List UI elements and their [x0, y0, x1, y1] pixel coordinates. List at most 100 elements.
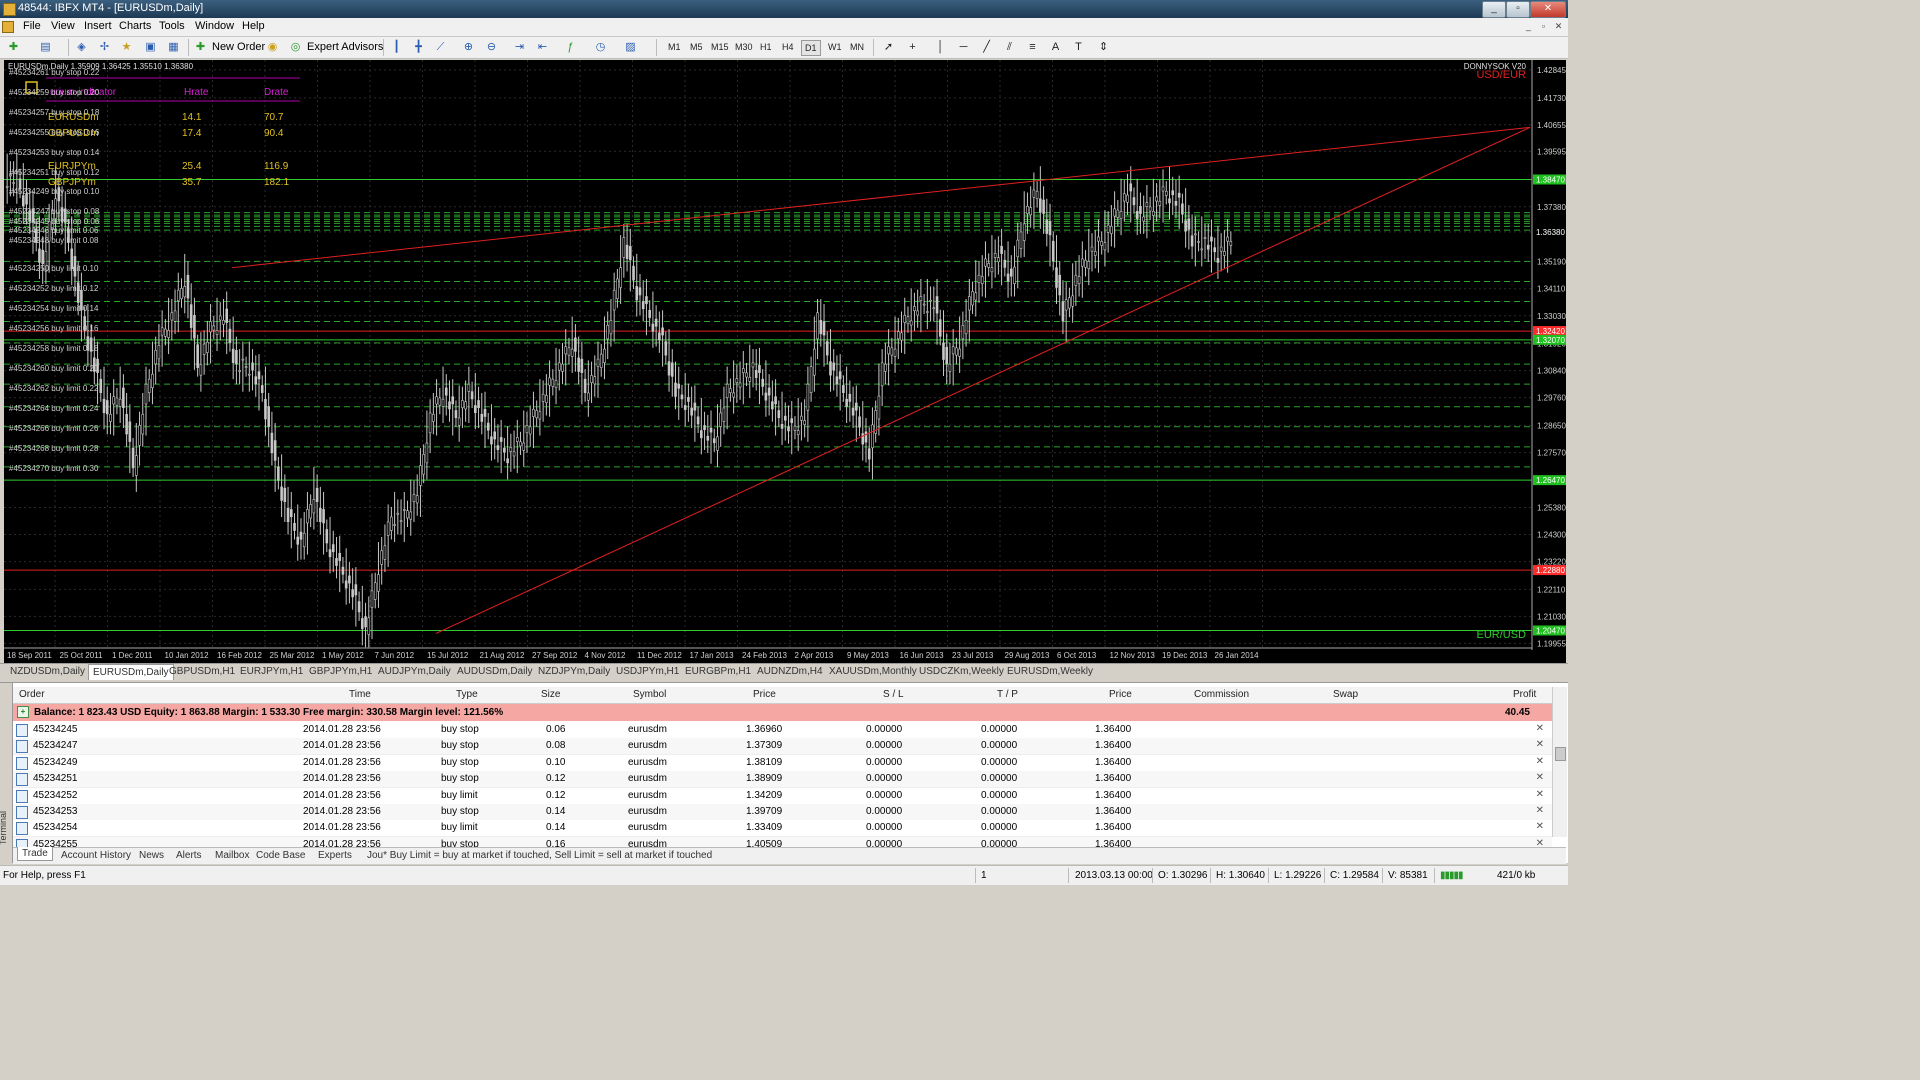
cursor-icon[interactable]: ➚	[881, 40, 896, 54]
symbol-tab[interactable]: EURUSDm,Daily	[88, 664, 174, 680]
timeframe-m15[interactable]: M15	[711, 40, 729, 54]
profiles-icon[interactable]: ▤	[38, 40, 53, 54]
mdi-minimize-icon[interactable]: _	[1522, 20, 1535, 33]
arrows-icon[interactable]: ⇕	[1096, 40, 1111, 54]
new-order-icon[interactable]: ✚	[193, 40, 208, 54]
column-header[interactable]: Time	[349, 689, 371, 700]
zoom-in-icon[interactable]: ⊕	[461, 40, 476, 54]
menu-file[interactable]: File	[23, 20, 41, 32]
expert-advisors-icon[interactable]: ◎	[288, 40, 303, 54]
candlestick-icon[interactable]: ╋	[411, 40, 426, 54]
symbol-tab[interactable]: GBPJPYm,H1	[309, 666, 372, 677]
alert-icon[interactable]: ◉	[265, 40, 280, 54]
menu-view[interactable]: View	[51, 20, 75, 32]
terminal-tab[interactable]: Mailbox	[215, 850, 249, 861]
price-chart[interactable]: 18 Sep 2011 25 Oct 2011 1 Dec 2011 10 Jan 2…	[4, 60, 1566, 663]
maximize-button[interactable]: ▫	[1506, 1, 1530, 18]
symbol-tab[interactable]: GBPUSDm,H1	[169, 666, 235, 677]
mdi-close-icon[interactable]: ✕	[1552, 20, 1565, 33]
order-row[interactable]: 45234245 2014.01.28 23:56 buy stop 0.06 euru…	[13, 722, 1552, 739]
vertical-line-icon[interactable]: │	[933, 40, 948, 54]
horizontal-line-icon[interactable]: ─	[956, 40, 971, 54]
symbol-tab[interactable]: NZDJPYm,Daily	[538, 666, 610, 677]
symbol-tab[interactable]: AUDNZDm,H4	[757, 666, 823, 677]
timeframe-m30[interactable]: M30	[735, 40, 753, 54]
text-icon[interactable]: A	[1048, 40, 1063, 54]
menu-charts[interactable]: Charts	[119, 20, 151, 32]
order-row[interactable]: 45234249 2014.01.28 23:56 buy stop 0.10 euru…	[13, 754, 1552, 772]
mdi-restore-icon[interactable]: ▫	[1537, 20, 1550, 33]
symbol-tab[interactable]: EURUSDm,Weekly	[1007, 666, 1093, 677]
text-label-icon[interactable]: T	[1071, 40, 1086, 54]
symbol-tab[interactable]: AUDJPYm,Daily	[378, 666, 451, 677]
order-row[interactable]: 45234251 2014.01.28 23:56 buy stop 0.12 euru…	[13, 771, 1552, 789]
line-chart-icon[interactable]: ⟋	[433, 40, 448, 54]
column-header[interactable]: S / L	[883, 689, 904, 700]
terminal-tab[interactable]: Code Base	[256, 850, 305, 861]
order-row[interactable]: 45234254 2014.01.28 23:56 buy limit 0.14 eur…	[13, 820, 1552, 838]
channel-icon[interactable]: ⫽	[1002, 40, 1017, 54]
navigator-icon[interactable]: ★	[119, 40, 134, 54]
terminal-tab[interactable]: Account History	[61, 850, 131, 861]
zoom-out-icon[interactable]: ⊖	[484, 40, 499, 54]
new-chart-icon[interactable]: ✚	[6, 40, 21, 54]
close-button[interactable]: ✕	[1530, 1, 1566, 18]
timeframe-w1[interactable]: W1	[828, 40, 842, 54]
column-header[interactable]: Type	[456, 689, 478, 700]
new-order-button[interactable]: New Order	[212, 39, 265, 55]
periods-icon[interactable]: ◷	[593, 40, 608, 54]
menu-tools[interactable]: Tools	[159, 20, 185, 32]
symbol-tab[interactable]: EURGBPm,H1	[685, 666, 751, 677]
timeframe-h1[interactable]: H1	[760, 40, 772, 54]
menu-help[interactable]: Help	[242, 20, 265, 32]
column-header[interactable]: Price	[1109, 689, 1132, 700]
expert-advisors-button[interactable]: Expert Advisors	[307, 39, 383, 55]
menu-window[interactable]: Window	[195, 20, 234, 32]
symbol-tab[interactable]: EURJPYm,H1	[240, 666, 303, 677]
symbol-tab[interactable]: USDCZKm,Weekly	[919, 666, 1004, 677]
data-window-icon[interactable]: ✢	[97, 40, 112, 54]
delete-order-icon[interactable]: ✕	[1536, 739, 1544, 750]
delete-order-icon[interactable]: ✕	[1536, 723, 1544, 734]
fibonacci-icon[interactable]: ≡	[1025, 40, 1040, 54]
auto-scroll-icon[interactable]: ⇥	[512, 40, 527, 54]
order-row[interactable]: 45234247 2014.01.28 23:56 buy stop 0.08 euru…	[13, 738, 1552, 756]
column-header[interactable]: Swap	[1333, 689, 1358, 700]
terminal-tab[interactable]: Trade	[17, 847, 53, 861]
trendline-icon[interactable]: ╱	[979, 40, 994, 54]
templates-icon[interactable]: ▨	[623, 40, 638, 54]
terminal-tab[interactable]: Experts	[318, 850, 352, 861]
delete-order-icon[interactable]: ✕	[1536, 772, 1544, 783]
chart-shift-icon[interactable]: ⇤	[535, 40, 550, 54]
order-row[interactable]: 45234253 2014.01.28 23:56 buy stop 0.14 euru…	[13, 804, 1552, 821]
timeframe-mn[interactable]: MN	[850, 40, 864, 54]
column-header[interactable]: Size	[541, 689, 560, 700]
order-row[interactable]: 45234252 2014.01.28 23:56 buy limit 0.12 eur…	[13, 787, 1552, 805]
delete-order-icon[interactable]: ✕	[1536, 756, 1544, 767]
symbol-tab[interactable]: USDJPYm,H1	[616, 666, 679, 677]
column-header[interactable]: T / P	[997, 689, 1018, 700]
minimize-button[interactable]: _	[1482, 1, 1506, 18]
timeframe-m1[interactable]: M1	[668, 40, 681, 54]
strategy-tester-icon[interactable]: ▦	[166, 40, 181, 54]
indicators-icon[interactable]: ƒ	[563, 40, 578, 54]
timeframe-m5[interactable]: M5	[690, 40, 703, 54]
terminal-tab[interactable]: News	[139, 850, 164, 861]
terminal-icon[interactable]: ▣	[143, 40, 158, 54]
delete-order-icon[interactable]: ✕	[1536, 789, 1544, 800]
symbol-tab[interactable]: AUDUSDm,Daily	[457, 666, 533, 677]
column-header[interactable]: Profit	[1513, 689, 1536, 700]
column-header[interactable]: Symbol	[633, 689, 666, 700]
bar-chart-icon[interactable]: ┃	[389, 40, 404, 54]
timeframe-h4[interactable]: H4	[782, 40, 794, 54]
market-watch-icon[interactable]: ◈	[74, 40, 89, 54]
symbol-tab[interactable]: XAUUSDm,Monthly	[829, 666, 917, 677]
column-header[interactable]: Order	[19, 689, 45, 700]
terminal-sidebar[interactable]: Terminal	[0, 683, 13, 863]
delete-order-icon[interactable]: ✕	[1536, 805, 1544, 816]
delete-order-icon[interactable]: ✕	[1536, 821, 1544, 832]
menu-insert[interactable]: Insert	[84, 20, 112, 32]
terminal-scrollbar[interactable]	[1552, 687, 1567, 837]
column-header[interactable]: Price	[753, 689, 776, 700]
symbol-tab[interactable]: NZDUSDm,Daily	[10, 666, 85, 677]
